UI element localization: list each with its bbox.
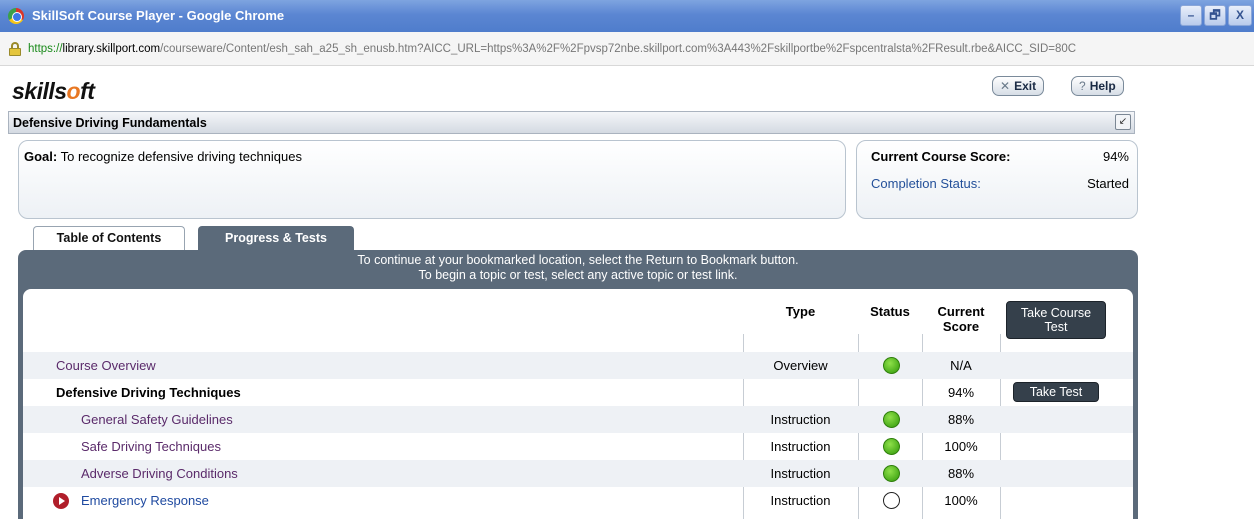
question-icon: ?: [1079, 79, 1086, 93]
status-complete-icon: [883, 465, 900, 482]
topic-score: 88%: [947, 466, 975, 481]
course-score-value: 94%: [1102, 149, 1129, 164]
table-row: Emergency Response Instruction 100%: [23, 487, 1133, 514]
take-test-button[interactable]: Take Test: [1013, 382, 1099, 402]
chrome-icon: [8, 8, 24, 24]
completion-status-value: Started: [1087, 176, 1129, 191]
skillsoft-logo: skillsoft: [12, 78, 95, 104]
take-course-test-button[interactable]: Take Course Test: [1006, 301, 1106, 339]
status-complete-icon: [883, 357, 900, 374]
goal-panel: Goal: To recognize defensive driving tec…: [18, 140, 846, 219]
topic-type: Overview: [773, 358, 828, 373]
table-row: General Safety Guidelines Instruction 88…: [23, 406, 1133, 433]
window-title-bar: SkillSoft Course Player - Google Chrome …: [0, 0, 1254, 32]
topic-score: 100%: [944, 439, 978, 454]
topic-link[interactable]: Course Overview: [56, 358, 156, 373]
course-title: Defensive Driving Fundamentals: [13, 116, 207, 130]
status-not-started-icon: [883, 492, 900, 509]
score-panel: Current Course Score: 94% Completion Sta…: [856, 140, 1138, 219]
topic-type: Instruction: [770, 493, 831, 508]
table-row: Defensive Driving Techniques 94% Take Te…: [23, 379, 1133, 406]
topic-type: Instruction: [770, 466, 831, 481]
goal-text: To recognize defensive driving technique…: [57, 149, 302, 164]
goal-label: Goal:: [24, 149, 58, 164]
exit-button[interactable]: ✕ Exit: [992, 76, 1045, 96]
course-score-label: Current Course Score:: [871, 149, 1011, 164]
topic-heading: Defensive Driving Techniques: [56, 385, 241, 400]
close-window-button[interactable]: X: [1228, 5, 1252, 26]
address-bar[interactable]: https://library.skillport.com/courseware…: [0, 32, 1254, 66]
topic-score: 100%: [944, 493, 978, 508]
topic-link[interactable]: Adverse Driving Conditions: [81, 466, 238, 481]
topic-type: Instruction: [770, 439, 831, 454]
topic-link[interactable]: Emergency Response: [81, 493, 209, 508]
minimize-button[interactable]: –: [1180, 5, 1202, 26]
progress-panel: To continue at your bookmarked location,…: [18, 250, 1138, 519]
maximize-button[interactable]: 🗗: [1204, 5, 1226, 26]
help-button[interactable]: ? Help: [1071, 76, 1124, 96]
topic-score: N/A: [950, 358, 972, 373]
url-text[interactable]: https://library.skillport.com/courseware…: [28, 43, 1076, 55]
course-title-bar: Defensive Driving Fundamentals ↙: [8, 111, 1135, 134]
topic-score: 88%: [947, 412, 975, 427]
close-icon: ✕: [1000, 79, 1011, 93]
table-row: Course Overview Overview N/A: [23, 352, 1133, 379]
progress-table: Type Status Current Score Take Course Test…: [23, 289, 1133, 519]
table-row: Safe Driving Techniques Instruction 100%: [23, 433, 1133, 460]
topic-link[interactable]: General Safety Guidelines: [81, 412, 233, 427]
column-header-type: Type: [785, 304, 816, 319]
column-header-status: Status: [870, 304, 910, 319]
completion-status-label: Completion Status:: [871, 176, 981, 191]
topic-type: Instruction: [770, 412, 831, 427]
topic-link[interactable]: Safe Driving Techniques: [81, 439, 221, 454]
lock-icon: [8, 42, 22, 56]
column-header-current-score: Current Score: [937, 304, 985, 334]
status-complete-icon: [883, 438, 900, 455]
status-complete-icon: [883, 411, 900, 428]
tab-progress-tests[interactable]: Progress & Tests: [198, 226, 354, 251]
instructions: To continue at your bookmarked location,…: [357, 253, 799, 282]
window-title: SkillSoft Course Player - Google Chrome: [32, 8, 285, 23]
popout-icon[interactable]: ↙: [1115, 114, 1131, 130]
table-row: Adverse Driving Conditions Instruction 8…: [23, 460, 1133, 487]
bookmark-arrow-icon: [53, 493, 69, 509]
topic-score: 94%: [947, 385, 975, 400]
tab-table-of-contents[interactable]: Table of Contents: [33, 226, 185, 251]
